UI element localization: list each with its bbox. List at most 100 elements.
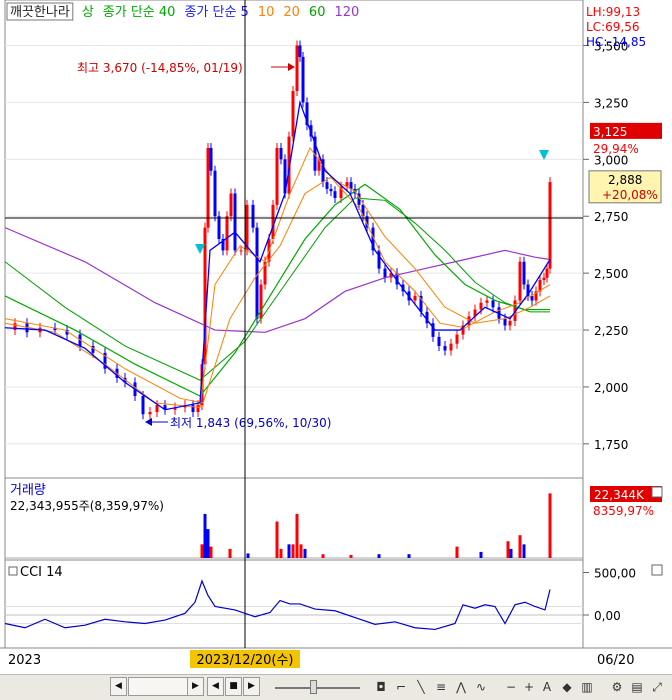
price-candle bbox=[325, 182, 329, 189]
line-tool-icon[interactable]: ╲ bbox=[412, 678, 430, 696]
cci-tick-label: 0,00 bbox=[594, 609, 621, 623]
price-candle bbox=[259, 284, 263, 319]
price-candle bbox=[522, 261, 526, 285]
price-candle bbox=[455, 334, 459, 344]
price-candle bbox=[545, 268, 549, 278]
color-tool-icon[interactable]: ◆ bbox=[558, 678, 576, 696]
legend-item[interactable]: 종가 단순 40 bbox=[103, 5, 176, 20]
price-candle bbox=[148, 411, 152, 415]
price-candle bbox=[275, 147, 279, 205]
date-axis-left-label: 2023 bbox=[8, 653, 41, 668]
chart-canvas[interactable]: 3,5003,2503,0002,7502,5002,2502,0001,750… bbox=[0, 0, 672, 674]
legend-item[interactable]: 120 bbox=[334, 5, 359, 20]
scroll-right-button[interactable]: ▶ bbox=[187, 677, 204, 696]
price-candle bbox=[298, 45, 302, 57]
stock-chart-window: 3,500 3,250 3,000 2,750 2,500 2,250 2,000 1,750… bbox=[0, 0, 672, 700]
cursor-date-label: 2023/12/20(수) bbox=[196, 653, 293, 668]
fibonacci-icon[interactable]: ≡ bbox=[432, 678, 450, 696]
price-tick-label: 2,250 bbox=[594, 324, 628, 338]
cursor-price-value: 2,888 bbox=[608, 173, 642, 187]
price-candle bbox=[449, 343, 453, 351]
legend-item[interactable]: 10 bbox=[258, 5, 275, 20]
price-candle bbox=[213, 170, 217, 217]
stop-button[interactable]: ■ bbox=[225, 677, 242, 696]
step-forward-button[interactable]: ▶ bbox=[243, 677, 260, 696]
price-candle bbox=[491, 300, 495, 308]
step-back-button[interactable]: ◀ bbox=[207, 677, 224, 696]
zoom-slider-thumb[interactable] bbox=[310, 680, 317, 694]
price-candle bbox=[383, 268, 387, 278]
legend-item[interactable]: 60 bbox=[309, 5, 326, 20]
price-candle bbox=[217, 216, 221, 239]
high-annotation: 최고 3,670 (-14,85%, 01/19) bbox=[77, 61, 243, 75]
scroll-left-button[interactable]: ◀ bbox=[110, 677, 127, 696]
legend-item[interactable]: 20 bbox=[283, 5, 300, 20]
stat-label: LH:99,13 bbox=[586, 5, 640, 19]
legend-item[interactable]: 상 bbox=[82, 5, 94, 20]
price-candle bbox=[206, 147, 210, 228]
price-candle bbox=[503, 318, 507, 326]
price-candle bbox=[251, 204, 255, 228]
price-candle bbox=[196, 405, 200, 412]
chart-type-icon[interactable]: ▥ bbox=[578, 678, 596, 696]
price-candle bbox=[229, 193, 233, 217]
volume-bar bbox=[349, 554, 353, 558]
camera-icon[interactable]: ◘ bbox=[372, 678, 390, 696]
volume-bar bbox=[209, 546, 213, 558]
price-candle bbox=[155, 405, 159, 412]
print-icon[interactable]: ▤ bbox=[628, 678, 646, 696]
volume-bar bbox=[295, 513, 299, 558]
volume-bar bbox=[203, 513, 207, 558]
volume-bar bbox=[287, 544, 291, 558]
last-price-value: 3,125 bbox=[593, 125, 627, 139]
price-tick-label: 2,000 bbox=[594, 381, 628, 395]
pattern-tool-icon[interactable]: ⋀ bbox=[452, 678, 470, 696]
volume-scroll-button[interactable] bbox=[651, 486, 663, 498]
price-candle bbox=[548, 182, 552, 269]
price-candle bbox=[291, 91, 295, 137]
volume-bar bbox=[548, 493, 552, 558]
date-axis-right-label: 06/20 bbox=[597, 653, 634, 668]
stat-label: LC:69,56 bbox=[586, 20, 639, 34]
volume-bar bbox=[506, 541, 510, 558]
price-candle bbox=[479, 302, 483, 310]
price-candle bbox=[209, 147, 213, 171]
price-candle bbox=[443, 345, 447, 351]
price-candle bbox=[233, 193, 237, 251]
legend-item[interactable]: 깨끗한나라 bbox=[10, 5, 70, 20]
price-tick-label: 2,750 bbox=[594, 210, 628, 224]
zoom-slider[interactable] bbox=[275, 687, 360, 689]
chart-toolbar: ◀ ▶ ◀ ■ ▶ ◘ ⌐ ╲ ≡ ⋀ ∿ − + A ◆ ▥ ⚙ ▤ ⤢ bbox=[0, 674, 672, 700]
date-axis-area bbox=[0, 648, 672, 674]
volume-bar bbox=[479, 551, 483, 558]
price-candle bbox=[225, 216, 229, 251]
cci-scroll-button[interactable] bbox=[651, 564, 663, 576]
price-tick-label: 3,250 bbox=[594, 96, 628, 110]
text-tool-icon[interactable]: A bbox=[538, 678, 556, 696]
price-candle bbox=[333, 191, 337, 199]
volume-bar bbox=[200, 544, 204, 558]
volume-title: 거래량 bbox=[10, 483, 46, 498]
volume-bar bbox=[275, 521, 279, 558]
price-candle bbox=[239, 250, 243, 252]
drawing-tool-icon[interactable]: ⌐ bbox=[392, 678, 410, 696]
volume-bar bbox=[279, 548, 283, 558]
plus-icon[interactable]: + bbox=[520, 678, 538, 696]
price-candle bbox=[485, 300, 489, 303]
price-candle bbox=[413, 295, 417, 301]
cci-checkbox[interactable] bbox=[8, 566, 18, 576]
stat-label: HC:-14,85 bbox=[586, 35, 646, 49]
legend-item[interactable]: 종가 단순 5 bbox=[184, 5, 248, 20]
price-candle bbox=[542, 277, 546, 280]
volume-badge-value: 22,344K bbox=[594, 488, 645, 502]
volume-bar bbox=[407, 554, 411, 558]
minus-icon[interactable]: − bbox=[502, 678, 520, 696]
expand-icon[interactable]: ⤢ bbox=[648, 678, 666, 696]
settings-icon[interactable]: ⚙ bbox=[608, 678, 626, 696]
price-candle bbox=[141, 396, 145, 415]
price-candle bbox=[245, 204, 249, 251]
price-candle bbox=[301, 56, 305, 103]
volume-bar bbox=[321, 554, 325, 558]
wave-tool-icon[interactable]: ∿ bbox=[472, 678, 490, 696]
price-candle bbox=[518, 261, 522, 301]
